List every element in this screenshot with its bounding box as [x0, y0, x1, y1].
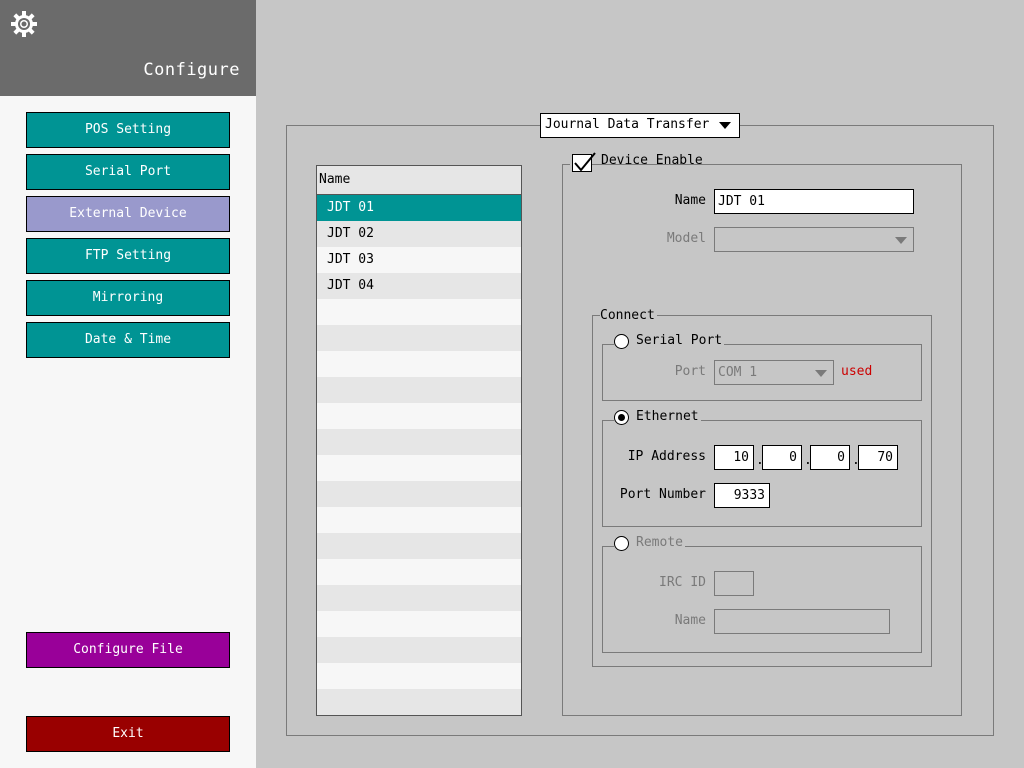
remote-name-input[interactable]	[714, 609, 890, 634]
serial-port-radio[interactable]	[614, 334, 629, 349]
list-item-empty	[317, 351, 521, 377]
list-item[interactable]: JDT 04	[317, 273, 521, 299]
list-item-empty	[317, 559, 521, 585]
ip-octet-2-input[interactable]: 0	[762, 445, 802, 470]
irc-id-label: IRC ID	[659, 575, 706, 590]
nav-pos-setting-button[interactable]: POS Setting	[26, 112, 230, 148]
device-enable-label: Device Enable	[601, 153, 703, 168]
remote-option[interactable]: Remote	[614, 534, 685, 552]
list-item-empty	[317, 481, 521, 507]
nav-serial-port-button[interactable]: Serial Port	[26, 154, 230, 190]
device-enable-group: Device Enable	[570, 152, 703, 172]
ethernet-label: Ethernet	[636, 409, 699, 424]
nav-external-device-button[interactable]: External Device	[26, 196, 230, 232]
list-header: Name	[317, 166, 521, 195]
remote-radio[interactable]	[614, 536, 629, 551]
transfer-type-value: Journal Data Transfer	[545, 117, 710, 132]
configure-file-button[interactable]: Configure File	[26, 632, 230, 668]
remote-name-label: Name	[674, 613, 706, 628]
list-item-empty	[317, 507, 521, 533]
port-status-badge: used	[841, 364, 873, 379]
list-item[interactable]: JDT 03	[317, 247, 521, 273]
port-number-input[interactable]: 9333	[714, 483, 770, 508]
model-label: Model	[666, 231, 706, 246]
sidebar-header: Configure	[0, 0, 256, 96]
list-item-empty	[317, 455, 521, 481]
list-item-empty	[317, 585, 521, 611]
page-title: Configure	[143, 60, 240, 80]
list-item[interactable]: JDT 01	[317, 195, 521, 221]
remote-group	[602, 546, 922, 653]
gear-icon	[11, 11, 37, 37]
list-item-empty	[317, 299, 521, 325]
irc-id-input[interactable]	[714, 571, 754, 596]
nav-ftp-setting-button[interactable]: FTP Setting	[26, 238, 230, 274]
name-label: Name	[674, 193, 706, 208]
checkmark-icon	[574, 152, 596, 172]
list-item-empty	[317, 429, 521, 455]
list-item-empty	[317, 403, 521, 429]
ip-octet-1-input[interactable]: 10	[714, 445, 754, 470]
model-select[interactable]	[714, 227, 914, 252]
list-item[interactable]: JDT 02	[317, 221, 521, 247]
chevron-down-icon	[895, 237, 907, 244]
device-enable-checkbox[interactable]	[572, 152, 596, 172]
list-item-empty	[317, 689, 521, 715]
serial-port-label: Serial Port	[636, 333, 723, 348]
port-number-label: Port Number	[619, 487, 706, 502]
ip-octet-4-input[interactable]: 70	[858, 445, 898, 470]
list-item-empty	[317, 325, 521, 351]
ethernet-option[interactable]: Ethernet	[614, 408, 701, 426]
ip-address-label: IP Address	[627, 449, 706, 464]
port-label: Port	[674, 364, 706, 379]
device-list[interactable]: Name JDT 01 JDT 02 JDT 03 JDT 04	[316, 165, 522, 716]
chevron-down-icon	[815, 370, 827, 377]
serial-port-value: COM 1	[718, 365, 758, 380]
list-item-empty	[317, 663, 521, 689]
serial-port-option[interactable]: Serial Port	[614, 332, 725, 350]
ethernet-group	[602, 420, 922, 527]
remote-label: Remote	[636, 535, 683, 550]
chevron-down-icon	[719, 122, 731, 129]
list-item-empty	[317, 533, 521, 559]
nav-date-time-button[interactable]: Date & Time	[26, 322, 230, 358]
list-item-empty	[317, 611, 521, 637]
connect-title: Connect	[600, 308, 657, 323]
serial-port-select[interactable]: COM 1	[714, 360, 834, 385]
nav-mirroring-button[interactable]: Mirroring	[26, 280, 230, 316]
ip-octet-3-input[interactable]: 0	[810, 445, 850, 470]
device-name-input[interactable]: JDT 01	[714, 189, 914, 214]
transfer-type-select[interactable]: Journal Data Transfer	[540, 113, 740, 138]
list-item-empty	[317, 377, 521, 403]
exit-button[interactable]: Exit	[26, 716, 230, 752]
list-item-empty	[317, 637, 521, 663]
ethernet-radio[interactable]	[614, 410, 629, 425]
